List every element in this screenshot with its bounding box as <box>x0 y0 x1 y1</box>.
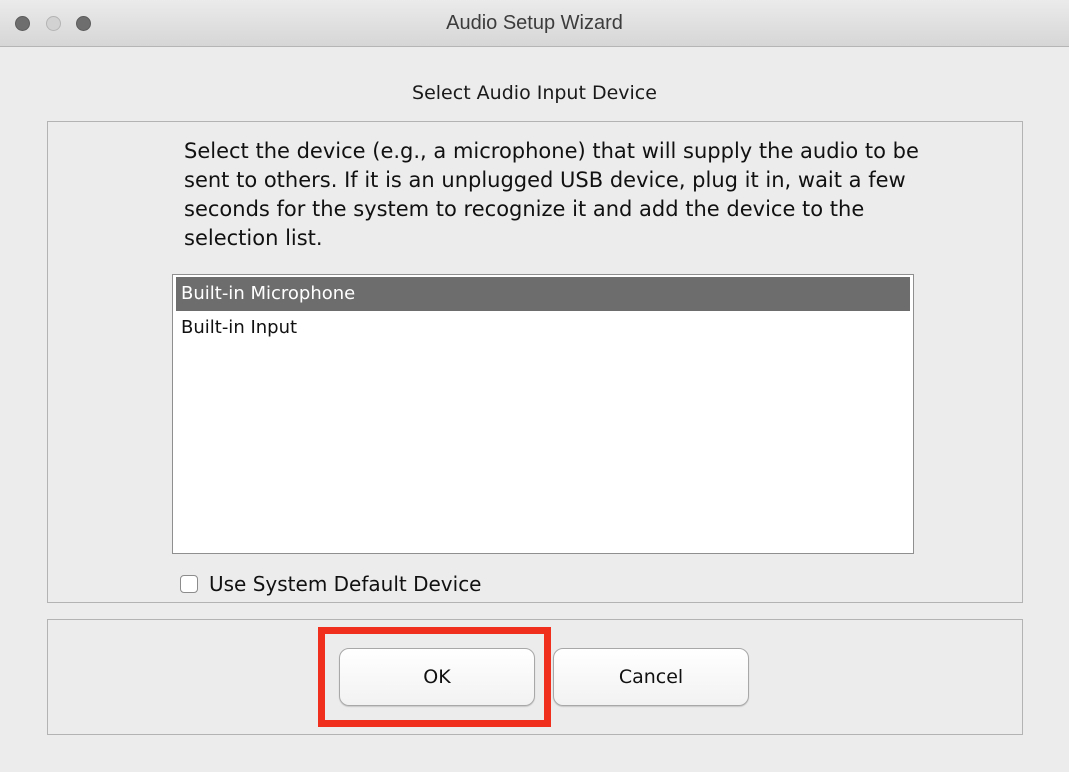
cancel-button[interactable]: Cancel <box>553 648 749 706</box>
use-default-device-label[interactable]: Use System Default Device <box>209 572 482 596</box>
audio-setup-window: Audio Setup Wizard Select Audio Input De… <box>0 0 1069 772</box>
title-bar: Audio Setup Wizard <box>0 0 1069 47</box>
device-list[interactable]: Built-in Microphone Built-in Input <box>172 274 914 554</box>
window-title: Audio Setup Wizard <box>446 12 623 34</box>
page-heading: Select Audio Input Device <box>412 82 657 104</box>
list-item-built-in-microphone[interactable]: Built-in Microphone <box>176 277 910 311</box>
instructions-text: Select the device (e.g., a microphone) t… <box>184 139 919 250</box>
list-item-built-in-input[interactable]: Built-in Input <box>176 311 910 345</box>
use-default-device-row[interactable]: Use System Default Device <box>180 570 482 598</box>
use-default-device-checkbox[interactable] <box>180 575 198 593</box>
ok-button-highlight-box <box>318 627 551 727</box>
